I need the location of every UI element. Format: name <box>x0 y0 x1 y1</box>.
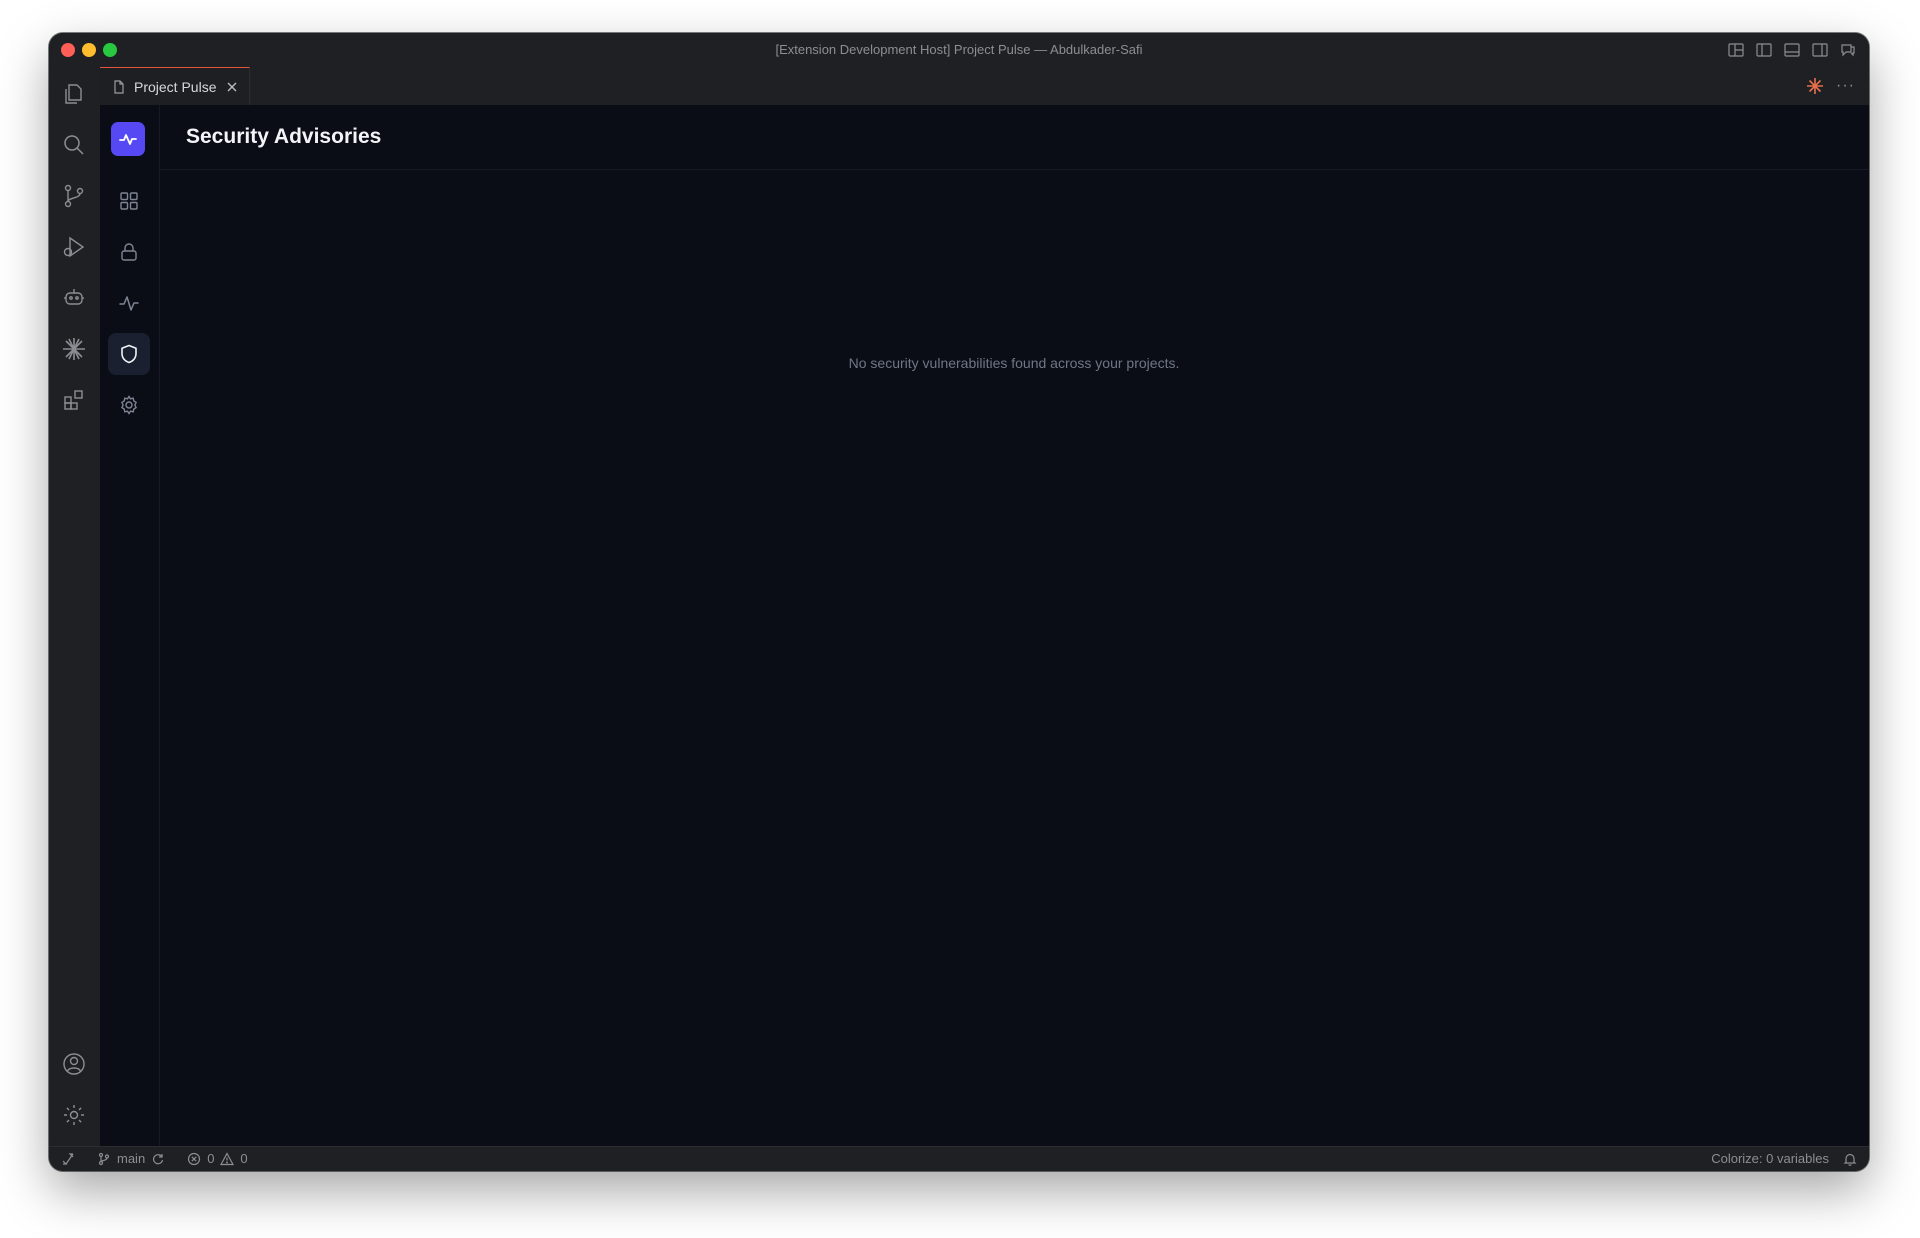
extensions-icon[interactable] <box>61 387 87 413</box>
branch-icon[interactable] <box>97 1152 111 1166</box>
claude-action-icon[interactable] <box>1806 77 1824 95</box>
close-tab-icon[interactable] <box>225 80 239 94</box>
warning-icon[interactable] <box>220 1151 235 1166</box>
page-header: Security Advisories <box>159 105 1869 170</box>
app-side-nav <box>100 105 160 1147</box>
source-control-icon[interactable] <box>61 183 87 209</box>
error-icon[interactable] <box>187 1152 201 1166</box>
tab-project-pulse[interactable]: Project Pulse <box>100 67 250 105</box>
colorize-status[interactable]: Colorize: 0 variables <box>1711 1151 1829 1166</box>
tab-label: Project Pulse <box>134 78 217 95</box>
pulse-logo-icon[interactable] <box>111 122 145 156</box>
activity-icon[interactable] <box>108 282 150 324</box>
status-right: Colorize: 0 variables <box>1711 1151 1857 1166</box>
branch-name[interactable]: main <box>117 1151 145 1166</box>
copilot-icon[interactable] <box>61 285 87 311</box>
toggle-panel-icon[interactable] <box>1783 41 1801 59</box>
account-icon[interactable] <box>61 1051 87 1077</box>
page-title: Security Advisories <box>186 125 382 148</box>
claude-icon[interactable] <box>61 336 87 362</box>
editor-actions: ··· <box>1806 77 1855 95</box>
window-title: [Extension Development Host] Project Pul… <box>775 42 1143 57</box>
search-icon[interactable] <box>61 132 87 158</box>
editor-tab-bar: Project Pulse ··· <box>100 67 1869 106</box>
file-icon <box>111 79 127 95</box>
activity-bar <box>49 67 101 1147</box>
explorer-icon[interactable] <box>61 81 87 107</box>
run-debug-icon[interactable] <box>61 234 87 260</box>
chat-icon[interactable] <box>1839 41 1857 59</box>
manage-gear-icon[interactable] <box>61 1102 87 1128</box>
toggle-secondary-sidebar-icon[interactable] <box>1811 41 1829 59</box>
settings-icon[interactable] <box>108 384 150 426</box>
status-bar: main 0 0 Colorize: 0 variables <box>49 1146 1869 1171</box>
status-left: main 0 0 <box>61 1151 248 1166</box>
shield-icon[interactable] <box>108 333 150 375</box>
more-actions-icon[interactable]: ··· <box>1836 77 1855 95</box>
customize-layout-icon[interactable] <box>1727 41 1745 59</box>
error-count[interactable]: 0 <box>207 1151 214 1166</box>
dashboard-icon[interactable] <box>108 180 150 222</box>
lock-icon[interactable] <box>108 231 150 273</box>
vscode-window: [Extension Development Host] Project Pul… <box>49 33 1869 1171</box>
layout-controls <box>1727 41 1857 59</box>
warning-count[interactable]: 0 <box>240 1151 247 1166</box>
notifications-bell-icon[interactable] <box>1843 1152 1857 1166</box>
project-pulse-webview: Security Advisories No security vulnerab… <box>100 105 1869 1147</box>
title-bar: [Extension Development Host] Project Pul… <box>49 33 1869 68</box>
sync-icon[interactable] <box>151 1152 165 1166</box>
remote-icon[interactable] <box>61 1152 75 1166</box>
empty-state-message: No security vulnerabilities found across… <box>848 355 1180 371</box>
toggle-primary-sidebar-icon[interactable] <box>1755 41 1773 59</box>
